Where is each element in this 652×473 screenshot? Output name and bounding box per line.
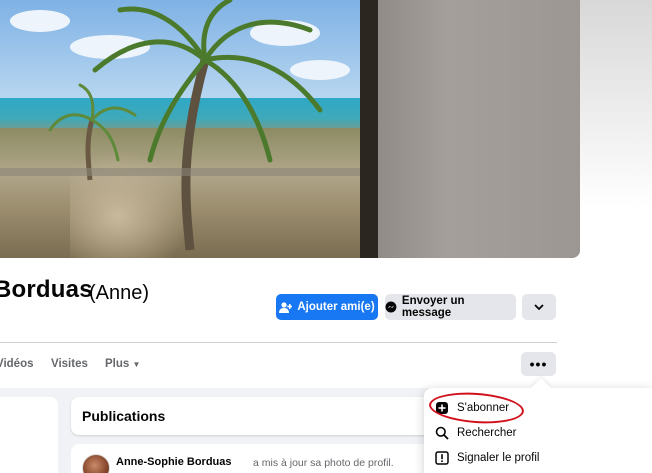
add-friend-button[interactable]: Ajouter ami(e) [276,294,378,320]
more-actions-button[interactable] [522,294,556,320]
cover-fade [580,0,652,260]
report-icon [434,450,450,466]
menu-item-report[interactable]: Signaler le profil [424,446,652,470]
menu-item-search[interactable]: Rechercher [424,421,652,445]
wall-edge [360,0,378,258]
ellipsis-icon: ••• [529,356,548,372]
caret-down-icon: ▼ [132,360,141,369]
send-message-label: Envoyer un message [401,295,465,319]
post-author[interactable]: Anne-Sophie Borduas [116,456,232,468]
palm-trees [0,0,362,251]
tab-visites[interactable]: Visites [51,358,88,370]
add-friend-icon [279,301,293,313]
profile-alternate-name: (Anne) [89,282,150,304]
search-icon [434,425,450,441]
tab-videos[interactable]: Vidéos [0,358,34,370]
cover-photo[interactable] [0,0,580,258]
chevron-down-icon [534,304,544,310]
wall [360,0,580,258]
intro-card [0,397,58,473]
menu-item-search-label: Rechercher [457,427,517,439]
profile-name: Borduas [0,276,93,303]
profile-options-button[interactable]: ••• [521,352,556,376]
add-friend-label: Ajouter ami(e) [297,301,375,313]
publications-title: Publications [82,408,166,424]
header-divider [0,342,557,343]
post-action-text: a mis à jour sa photo de profil. [253,457,394,469]
tab-plus[interactable]: Plus ▼ [105,358,140,370]
menu-item-report-label: Signaler le profil [457,452,540,464]
send-message-button[interactable]: Envoyer un message [385,294,516,320]
tab-plus-label: Plus [105,358,130,370]
messenger-icon [385,301,397,313]
